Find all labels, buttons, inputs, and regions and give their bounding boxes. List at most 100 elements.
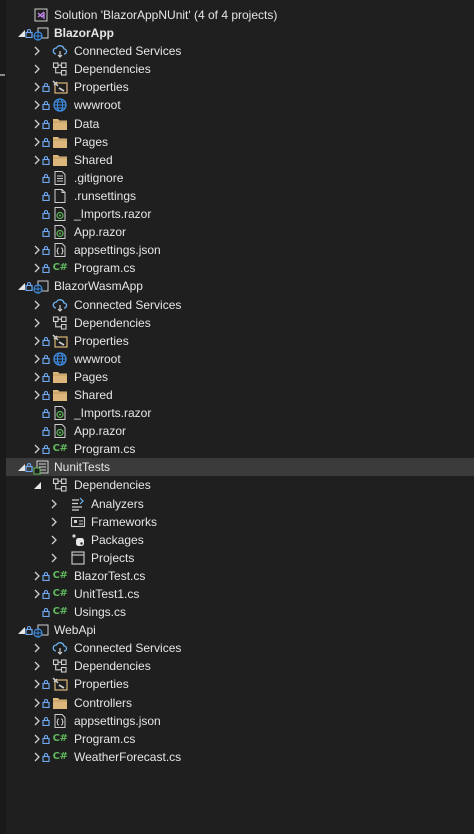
tree-row[interactable]: Connected Services xyxy=(6,639,474,657)
tree-row[interactable]: Properties xyxy=(6,675,474,693)
chevron-right-icon[interactable] xyxy=(32,694,42,712)
tree-row[interactable]: Dependencies xyxy=(6,476,474,494)
chevron-right-icon[interactable] xyxy=(32,96,42,114)
tree-row[interactable]: App.razor xyxy=(6,422,474,440)
tree-row[interactable]: Shared xyxy=(6,151,474,169)
chevron-right-icon[interactable] xyxy=(32,151,42,169)
test-project-icon xyxy=(33,458,49,476)
tree-row[interactable]: C# Program.cs xyxy=(6,730,474,748)
tree-item-label: Connected Services xyxy=(74,44,182,59)
tree-row[interactable]: Packages xyxy=(6,531,474,549)
tree-row[interactable]: C# Program.cs xyxy=(6,259,474,277)
tree-row[interactable]: C# Usings.cs xyxy=(6,603,474,621)
chevron-right-icon[interactable] xyxy=(32,314,42,332)
tree-row[interactable]: Projects xyxy=(6,549,474,567)
tree-row[interactable]: C# UnitTest1.cs xyxy=(6,585,474,603)
tree-item-label: Frameworks xyxy=(91,514,158,529)
tree-item-label: Data xyxy=(74,116,100,131)
tree-row[interactable]: C# BlazorTest.cs xyxy=(6,567,474,585)
tree-row[interactable]: App.razor xyxy=(6,223,474,241)
tree-item-label: Pages xyxy=(74,369,109,384)
chevron-right-icon[interactable] xyxy=(49,549,59,567)
tree-row[interactable]: .runsettings xyxy=(6,187,474,205)
tree-row[interactable]: Pages xyxy=(6,133,474,151)
tree-row[interactable]: Properties xyxy=(6,78,474,96)
tree-row[interactable]: Solution 'BlazorAppNUnit' (4 of 4 projec… xyxy=(6,6,474,24)
tree-row[interactable]: Data xyxy=(6,115,474,133)
tree-row[interactable]: .gitignore xyxy=(6,169,474,187)
chevron-right-icon[interactable] xyxy=(49,513,59,531)
chevron-right-icon[interactable] xyxy=(32,567,42,585)
lock-icon xyxy=(42,422,50,440)
tree-row[interactable]: BlazorWasmApp xyxy=(6,277,474,295)
tree-row[interactable]: Dependencies xyxy=(6,657,474,675)
lock-icon xyxy=(42,748,50,766)
tree-row[interactable]: wwwroot xyxy=(6,350,474,368)
tree-row[interactable]: Controllers xyxy=(6,694,474,712)
razor-file-icon xyxy=(52,205,68,223)
chevron-right-icon[interactable] xyxy=(49,495,59,513)
chevron-right-icon[interactable] xyxy=(32,675,42,693)
tree-row[interactable]: _Imports.razor xyxy=(6,404,474,422)
tree-item-label: appsettings.json xyxy=(74,713,161,728)
tree-row[interactable]: _Imports.razor xyxy=(6,205,474,223)
lock-icon xyxy=(25,277,33,295)
tree-item-label: Dependencies xyxy=(74,315,151,330)
chevron-right-icon[interactable] xyxy=(32,657,42,675)
tree-row[interactable]: Analyzers xyxy=(6,495,474,513)
tree-row[interactable]: appsettings.json xyxy=(6,241,474,259)
tree-row[interactable]: Shared xyxy=(6,386,474,404)
chevron-right-icon[interactable] xyxy=(32,440,42,458)
chevron-right-icon[interactable] xyxy=(32,42,42,60)
chevron-down-icon[interactable] xyxy=(32,476,42,494)
tree-row[interactable]: C# Program.cs xyxy=(6,440,474,458)
tree-row[interactable]: Connected Services xyxy=(6,42,474,60)
csharp-file-icon: C# xyxy=(52,569,68,581)
tree-row[interactable]: Dependencies xyxy=(6,314,474,332)
chevron-right-icon[interactable] xyxy=(32,585,42,603)
chevron-right-icon[interactable] xyxy=(32,133,42,151)
chevron-right-icon[interactable] xyxy=(32,115,42,133)
lock-icon xyxy=(42,386,50,404)
tree-item-label: BlazorTest.cs xyxy=(74,568,146,583)
lock-icon xyxy=(42,78,50,96)
chevron-right-icon[interactable] xyxy=(32,639,42,657)
tree-row[interactable]: Connected Services xyxy=(6,296,474,314)
chevron-right-icon[interactable] xyxy=(32,60,42,78)
packages-icon xyxy=(70,531,86,549)
tree-item-label: .gitignore xyxy=(74,170,124,185)
tree-item-label: Projects xyxy=(91,550,135,565)
lock-icon xyxy=(42,730,50,748)
chevron-right-icon[interactable] xyxy=(32,386,42,404)
tree-row[interactable]: BlazorApp xyxy=(6,24,474,42)
tree-row[interactable]: NunitTests xyxy=(6,458,474,477)
chevron-right-icon[interactable] xyxy=(32,730,42,748)
tree-row[interactable]: Dependencies xyxy=(6,60,474,78)
lock-icon xyxy=(42,169,50,187)
chevron-right-icon[interactable] xyxy=(32,712,42,730)
chevron-right-icon[interactable] xyxy=(32,259,42,277)
lock-icon xyxy=(42,332,50,350)
chevron-right-icon[interactable] xyxy=(49,531,59,549)
chevron-right-icon[interactable] xyxy=(32,78,42,96)
tree-item-label: Usings.cs xyxy=(74,605,127,620)
tree-row[interactable]: C# WeatherForecast.cs xyxy=(6,748,474,766)
lock-icon xyxy=(42,440,50,458)
properties-icon xyxy=(52,675,68,693)
chevron-right-icon[interactable] xyxy=(32,296,42,314)
chevron-right-icon[interactable] xyxy=(32,748,42,766)
chevron-right-icon[interactable] xyxy=(32,332,42,350)
tree-item-label: wwwroot xyxy=(74,351,121,366)
chevron-right-icon[interactable] xyxy=(32,350,42,368)
tree-row[interactable]: Properties xyxy=(6,332,474,350)
tree-item-label: Dependencies xyxy=(74,62,151,77)
csharp-file-icon: C# xyxy=(52,443,68,455)
tree-row[interactable]: appsettings.json xyxy=(6,712,474,730)
chevron-right-icon[interactable] xyxy=(32,368,42,386)
tree-row[interactable]: Frameworks xyxy=(6,513,474,531)
chevron-right-icon[interactable] xyxy=(32,241,42,259)
tree-row[interactable]: Pages xyxy=(6,368,474,386)
tree-row[interactable]: WebApi xyxy=(6,621,474,639)
tree-row[interactable]: wwwroot xyxy=(6,96,474,114)
text-file-icon xyxy=(52,169,68,187)
